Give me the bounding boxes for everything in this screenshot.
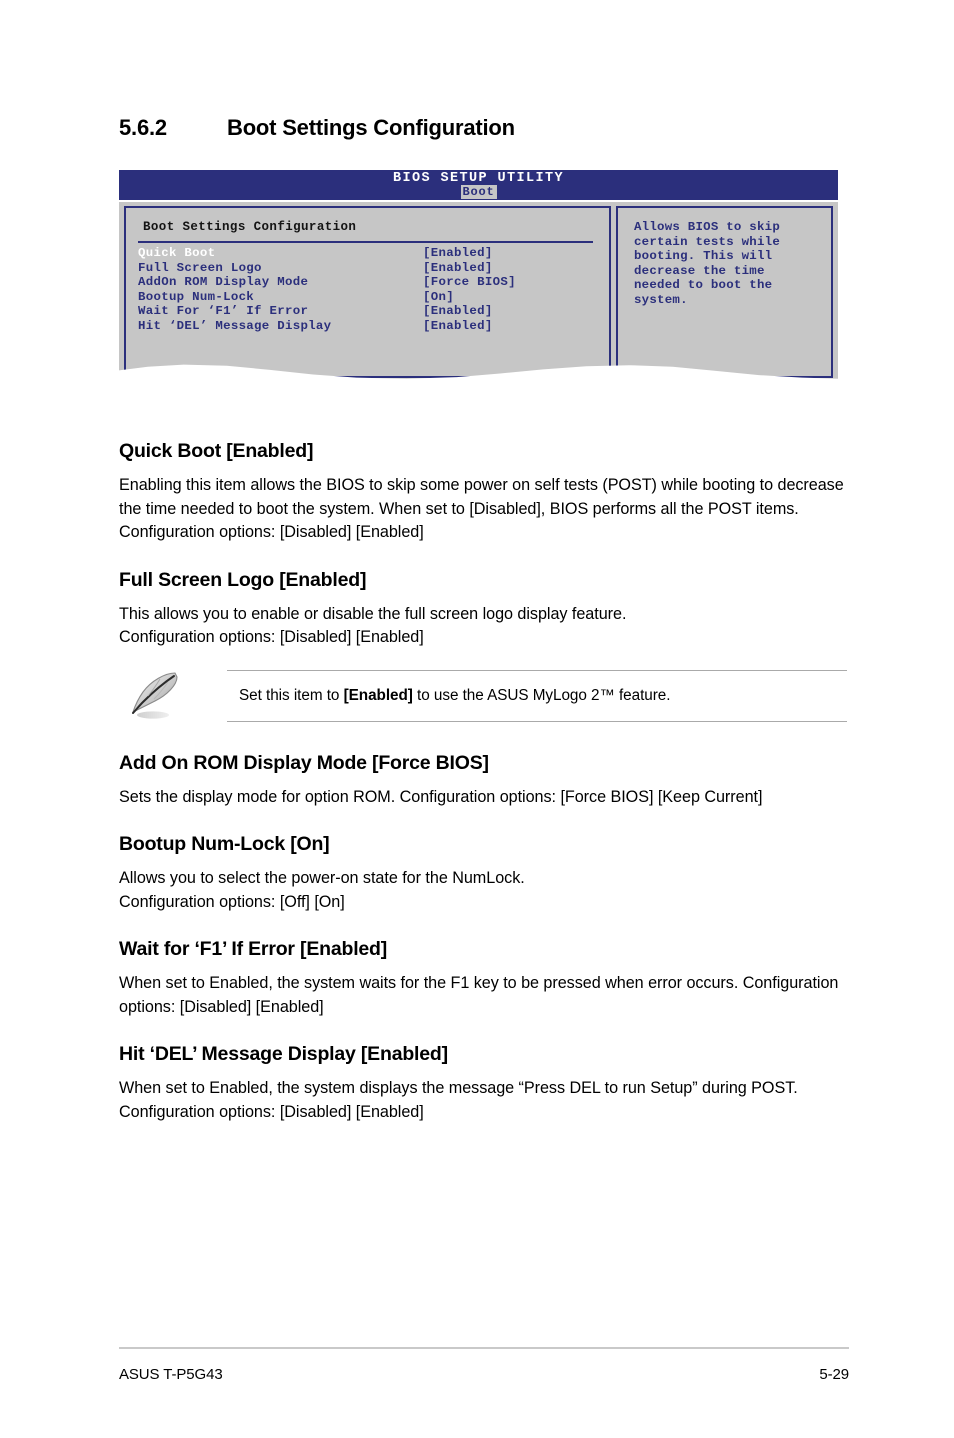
- document-body: Quick Boot [Enabled] Enabling this item …: [119, 440, 849, 1148]
- item-heading-full-screen-logo: Full Screen Logo [Enabled]: [119, 568, 367, 591]
- item-body-wait-for-f1-if-error: When set to Enabled, the system waits fo…: [119, 974, 839, 1016]
- section-number: 5.6.2: [119, 115, 167, 140]
- footer-divider: [119, 1347, 849, 1349]
- bios-row-value: [Enabled]: [423, 260, 493, 275]
- bios-utility-title: BIOS SETUP UTILITY: [392, 171, 565, 186]
- bios-row-label: Quick Boot: [138, 246, 216, 260]
- bios-row-quick-boot[interactable]: Quick Boot [Enabled]: [138, 246, 598, 261]
- note-text: Set this item to [Enabled] to use the AS…: [239, 685, 670, 707]
- bios-row-label: Wait For ‘F1’ If Error: [138, 304, 309, 319]
- bios-row-value: [Enabled]: [423, 304, 493, 319]
- item-heading-wait-for-f1-if-error: Wait for ‘F1’ If Error [Enabled]: [119, 938, 388, 960]
- bios-row-label: Hit ‘DEL’ Message Display: [138, 318, 332, 333]
- bios-body: Boot Settings Configuration Quick Boot […: [119, 202, 838, 385]
- bios-help-text: Allows BIOS to skip certain tests while …: [634, 220, 781, 307]
- bios-help-panel: Allows BIOS to skip certain tests while …: [616, 206, 833, 378]
- item-heading-quick-boot: Quick Boot [Enabled]: [119, 440, 314, 462]
- footer-page-number: 5-29: [819, 1366, 849, 1383]
- bios-settings-list: Quick Boot [Enabled] Full Screen Logo [E…: [138, 246, 598, 334]
- item-heading-bootup-num-lock: Bootup Num-Lock [On]: [119, 833, 330, 855]
- note-callout: Set this item to [Enabled] to use the AS…: [119, 669, 849, 722]
- bios-row-hit-del-message-display[interactable]: Hit ‘DEL’ Message Display [Enabled]: [138, 319, 598, 334]
- bios-row-full-screen-logo[interactable]: Full Screen Logo [Enabled]: [138, 261, 598, 276]
- bios-row-value: [Force BIOS]: [423, 275, 516, 290]
- bios-row-value: [On]: [423, 289, 454, 304]
- section-title: Boot Settings Configuration: [227, 115, 515, 140]
- note-suffix: to use the ASUS MyLogo 2™ feature.: [412, 686, 671, 704]
- item-heading-addon-rom-display-mode: Add On ROM Display Mode [Force BIOS]: [119, 751, 489, 774]
- item-body-hit-del-message-display: When set to Enabled, the system displays…: [119, 1079, 798, 1121]
- note-prefix: Set this item to: [239, 686, 344, 704]
- bios-row-wait-for-f1-if-error[interactable]: Wait For ‘F1’ If Error [Enabled]: [138, 304, 598, 319]
- bios-panel-title: Boot Settings Configuration: [143, 220, 357, 234]
- pencil-note-icon: [127, 670, 191, 722]
- page-title: 5.6.2 Boot Settings Configuration: [119, 115, 849, 141]
- note-box: Set this item to [Enabled] to use the AS…: [227, 669, 847, 722]
- bios-row-bootup-num-lock[interactable]: Bootup Num-Lock [On]: [138, 290, 598, 305]
- bios-row-label: Full Screen Logo: [138, 260, 262, 275]
- bios-tab-boot[interactable]: Boot: [460, 185, 497, 199]
- item-heading-hit-del-message-display: Hit ‘DEL’ Message Display [Enabled]: [119, 1043, 448, 1065]
- bios-row-value: [Enabled]: [423, 318, 493, 333]
- bios-settings-panel: Boot Settings Configuration Quick Boot […: [124, 206, 611, 378]
- bios-row-value: [Enabled]: [423, 246, 493, 260]
- bios-screenshot-figure: BIOS SETUP UTILITY Boot Boot Settings Co…: [119, 170, 838, 385]
- item-body-bootup-num-lock: Allows you to select the power-on state …: [119, 869, 525, 911]
- bios-row-label: AddOn ROM Display Mode: [138, 275, 309, 290]
- item-body-full-screen-logo: This allows you to enable or disable the…: [119, 604, 627, 647]
- note-emphasis: [Enabled]: [343, 686, 413, 704]
- bios-row-addon-rom-display-mode[interactable]: AddOn ROM Display Mode [Force BIOS]: [138, 275, 598, 290]
- bios-panel-divider: [138, 241, 593, 243]
- bios-titlebar: BIOS SETUP UTILITY Boot: [119, 170, 838, 200]
- item-body-addon-rom-display-mode: Sets the display mode for option ROM. Co…: [119, 787, 763, 806]
- item-body-quick-boot: Enabling this item allows the BIOS to sk…: [119, 476, 844, 541]
- document-page: 5.6.2 Boot Settings Configuration BIOS SE…: [0, 0, 954, 1438]
- bios-row-label: Bootup Num-Lock: [138, 289, 255, 304]
- footer-product-name: ASUS T-P5G43: [119, 1366, 223, 1383]
